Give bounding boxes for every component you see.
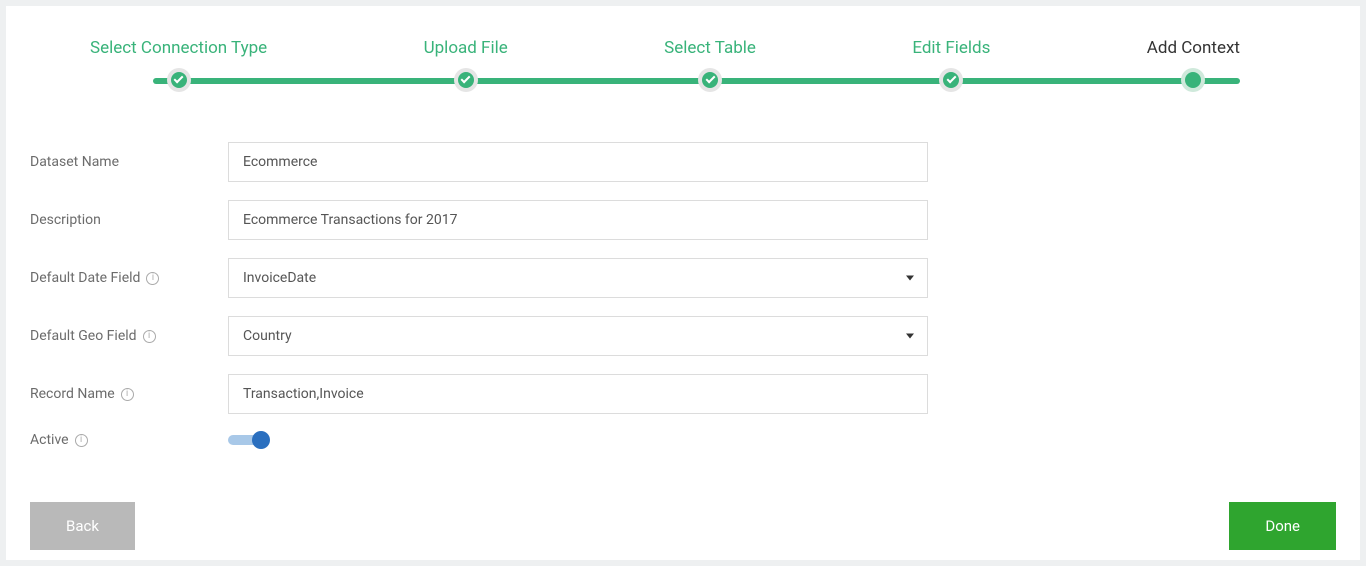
check-icon <box>461 74 471 84</box>
row-record-name: Record Name i <box>30 374 1300 414</box>
step-dot <box>939 68 963 92</box>
stepper: Select Connection Type Upload File Selec… <box>90 38 1240 102</box>
back-button[interactable]: Back <box>30 502 135 550</box>
step-label: Edit Fields <box>912 38 990 58</box>
label-active: Active <box>30 432 69 448</box>
label-default-geo-field: Default Geo Field <box>30 328 137 344</box>
step-dot <box>1181 68 1205 92</box>
step-upload-file[interactable]: Upload File <box>424 38 508 92</box>
record-name-input[interactable] <box>228 374 928 414</box>
dataset-name-input[interactable] <box>228 142 928 182</box>
toggle-knob <box>252 431 270 449</box>
row-description: Description <box>30 200 1300 240</box>
context-form: Dataset Name Description Default Date Fi… <box>30 142 1300 448</box>
label-record-name: Record Name <box>30 386 115 402</box>
step-label: Select Table <box>664 38 756 58</box>
label-description: Description <box>30 212 228 228</box>
label-dataset-name: Dataset Name <box>30 154 228 170</box>
step-dot <box>454 68 478 92</box>
info-icon[interactable]: i <box>146 272 159 285</box>
step-dot <box>698 68 722 92</box>
info-icon[interactable]: i <box>143 330 156 343</box>
check-icon <box>174 74 184 84</box>
info-icon[interactable]: i <box>75 434 88 447</box>
row-dataset-name: Dataset Name <box>30 142 1300 182</box>
step-edit-fields[interactable]: Edit Fields <box>912 38 990 92</box>
step-select-table[interactable]: Select Table <box>664 38 756 92</box>
row-default-geo-field: Default Geo Field i <box>30 316 1300 356</box>
done-button[interactable]: Done <box>1229 502 1336 550</box>
label-default-date-field: Default Date Field <box>30 270 140 286</box>
step-label: Upload File <box>424 38 508 58</box>
default-geo-field-select[interactable] <box>228 316 928 356</box>
wizard-actions: Back Done <box>30 502 1336 550</box>
default-date-field-select[interactable] <box>228 258 928 298</box>
step-select-connection-type[interactable]: Select Connection Type <box>90 38 267 92</box>
info-icon[interactable]: i <box>121 388 134 401</box>
step-label: Add Context <box>1147 38 1240 58</box>
check-icon <box>946 74 956 84</box>
row-active: Active i <box>30 432 1300 448</box>
active-toggle[interactable] <box>228 435 266 445</box>
step-add-context[interactable]: Add Context <box>1147 38 1240 92</box>
step-dot <box>167 68 191 92</box>
row-default-date-field: Default Date Field i <box>30 258 1300 298</box>
step-label: Select Connection Type <box>90 38 267 58</box>
check-icon <box>705 74 715 84</box>
wizard-card: Select Connection Type Upload File Selec… <box>6 6 1360 560</box>
description-input[interactable] <box>228 200 928 240</box>
